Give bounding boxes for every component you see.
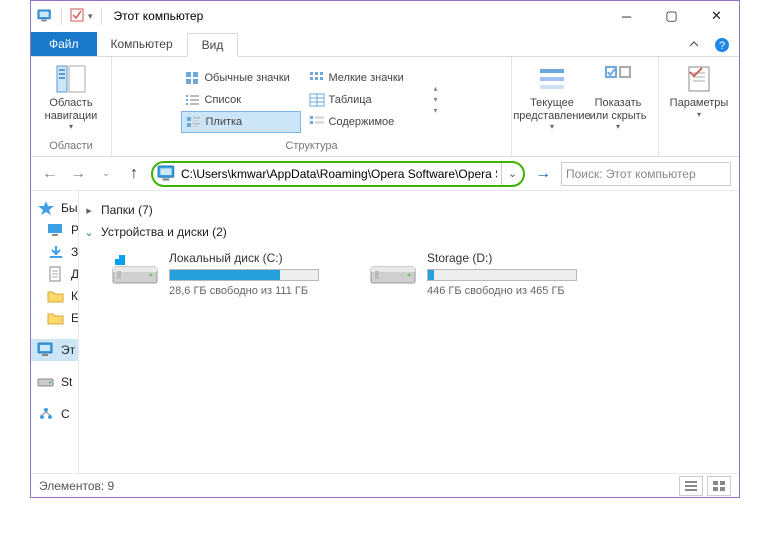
folder-icon [47, 288, 65, 304]
ribbon-tabs: Файл Компьютер Вид ? [31, 31, 739, 57]
list-icon [185, 93, 201, 107]
help-icon[interactable]: ? [711, 34, 733, 56]
recent-locations-icon[interactable]: ⌄ [95, 163, 117, 185]
chevron-right-icon: ▸ [83, 204, 95, 217]
search-box[interactable]: Поиск: Этот компьютер [561, 162, 731, 186]
tab-view[interactable]: Вид [187, 33, 239, 57]
tiles-icon [186, 115, 202, 129]
maximize-button[interactable]: ▢ [649, 1, 694, 31]
nav-pane-button[interactable]: Область навигации ▾ [39, 61, 103, 133]
layout-small-icons[interactable]: Мелкие значки [305, 67, 425, 89]
documents-icon [47, 266, 65, 282]
go-button[interactable]: → [531, 162, 555, 186]
nav-pane-icon [55, 63, 87, 95]
layout-table[interactable]: Таблица [305, 89, 425, 111]
sidebar-item-quick-access[interactable]: Бы [31, 197, 78, 219]
drive-free-text: 28,6 ГБ свободно из 111 ГБ [169, 285, 329, 297]
back-button[interactable]: ← [39, 163, 61, 185]
drive-name: Storage (D:) [427, 251, 587, 265]
current-view-icon [536, 63, 568, 95]
show-hide-icon [602, 63, 634, 95]
chevron-down-icon: ▾ [616, 122, 620, 131]
drive-icon [111, 251, 159, 291]
drive-usage-bar [169, 269, 319, 281]
svg-text:?: ? [719, 40, 725, 52]
drive-tile[interactable]: Storage (D:) 446 ГБ свободно из 465 ГБ [369, 251, 587, 297]
layout-more-icon[interactable]: ▾ [429, 106, 443, 115]
sidebar-item-downloads[interactable]: З [31, 241, 78, 263]
desktop-icon [47, 222, 65, 238]
show-hide-button[interactable]: Показать или скрыть ▾ [586, 61, 650, 133]
window-title: Этот компьютер [114, 9, 204, 23]
drive-usage-bar [427, 269, 577, 281]
layout-tiles[interactable]: Плитка [181, 111, 301, 133]
current-view-button[interactable]: Текущее представление ▾ [520, 61, 584, 133]
body: Бы Р З Д К Е Эт St С ▸ Папки (7) ⌄ Устро… [31, 191, 739, 473]
navigation-bar: ← → ⌄ ↑ ⌄ → Поиск: Этот компьютер [31, 157, 739, 191]
this-pc-icon [37, 9, 53, 23]
chevron-down-icon: ⌄ [83, 226, 95, 239]
ribbon: Область навигации ▾ Области Обычные знач… [31, 57, 739, 157]
up-button[interactable]: ↑ [123, 163, 145, 185]
drive-tile[interactable]: Локальный диск (C:) 28,6 ГБ свободно из … [111, 251, 329, 297]
address-input[interactable] [177, 163, 501, 185]
folder-icon [47, 310, 65, 326]
options-icon [683, 63, 715, 95]
tab-computer[interactable]: Компьютер [97, 32, 187, 56]
this-pc-icon [37, 342, 55, 358]
content-icon [309, 115, 325, 129]
explorer-window: ▾ Этот компьютер ─ ▢ ✕ Файл Компьютер Ви… [30, 0, 740, 498]
sidebar-item-documents[interactable]: Д [31, 263, 78, 285]
sidebar-item-storage[interactable]: St [31, 371, 78, 393]
small-icons-icon [309, 71, 325, 85]
forward-button[interactable]: → [67, 163, 89, 185]
table-icon [309, 93, 325, 107]
search-placeholder: Поиск: Этот компьютер [566, 167, 696, 181]
group-folders[interactable]: ▸ Папки (7) [83, 199, 735, 221]
content-pane: ▸ Папки (7) ⌄ Устройства и диски (2) Лок… [79, 191, 739, 473]
layout-regular-icons[interactable]: Обычные значки [181, 67, 301, 89]
status-text: Элементов: 9 [39, 479, 114, 493]
quick-access-toolbar: ▾ [57, 7, 106, 25]
qat-checkbox-icon[interactable] [70, 8, 84, 25]
chevron-down-icon: ▾ [697, 110, 701, 119]
drive-icon [37, 374, 55, 390]
titlebar: ▾ Этот компьютер ─ ▢ ✕ [31, 1, 739, 31]
sidebar-item-desktop[interactable]: Р [31, 219, 78, 241]
group-drives[interactable]: ⌄ Устройства и диски (2) [83, 221, 735, 243]
layout-scroll-up-icon[interactable]: ▴ [429, 84, 443, 93]
network-icon [37, 406, 55, 422]
layout-scroll-down-icon[interactable]: ▾ [429, 95, 443, 104]
status-bar: Элементов: 9 [31, 473, 739, 497]
sidebar-item-network[interactable]: С [31, 403, 78, 425]
chevron-down-icon: ▾ [550, 122, 554, 131]
drive-free-text: 446 ГБ свободно из 465 ГБ [427, 285, 587, 297]
address-bar[interactable]: ⌄ [151, 161, 525, 187]
drive-icon [369, 251, 417, 291]
chevron-down-icon: ▾ [69, 122, 73, 131]
navigation-pane: Бы Р З Д К Е Эт St С [31, 191, 79, 473]
layout-content[interactable]: Содержимое [305, 111, 425, 133]
tab-file[interactable]: Файл [31, 32, 97, 56]
sidebar-item-videos[interactable]: Е [31, 307, 78, 329]
close-button[interactable]: ✕ [694, 1, 739, 31]
this-pc-icon [157, 165, 177, 183]
drive-name: Локальный диск (C:) [169, 251, 329, 265]
large-icons-view-button[interactable] [707, 476, 731, 496]
star-icon [37, 200, 55, 216]
sidebar-item-pictures[interactable]: К [31, 285, 78, 307]
downloads-icon [47, 244, 65, 260]
details-view-button[interactable] [679, 476, 703, 496]
layout-list[interactable]: Список [181, 89, 301, 111]
regular-icons-icon [185, 71, 201, 85]
address-dropdown-icon[interactable]: ⌄ [501, 163, 523, 185]
options-button[interactable]: Параметры ▾ [667, 61, 731, 121]
collapse-ribbon-icon[interactable] [683, 34, 705, 56]
qat-dropdown-icon[interactable]: ▾ [88, 11, 93, 22]
minimize-button[interactable]: ─ [604, 1, 649, 31]
sidebar-item-this-pc[interactable]: Эт [31, 339, 78, 361]
